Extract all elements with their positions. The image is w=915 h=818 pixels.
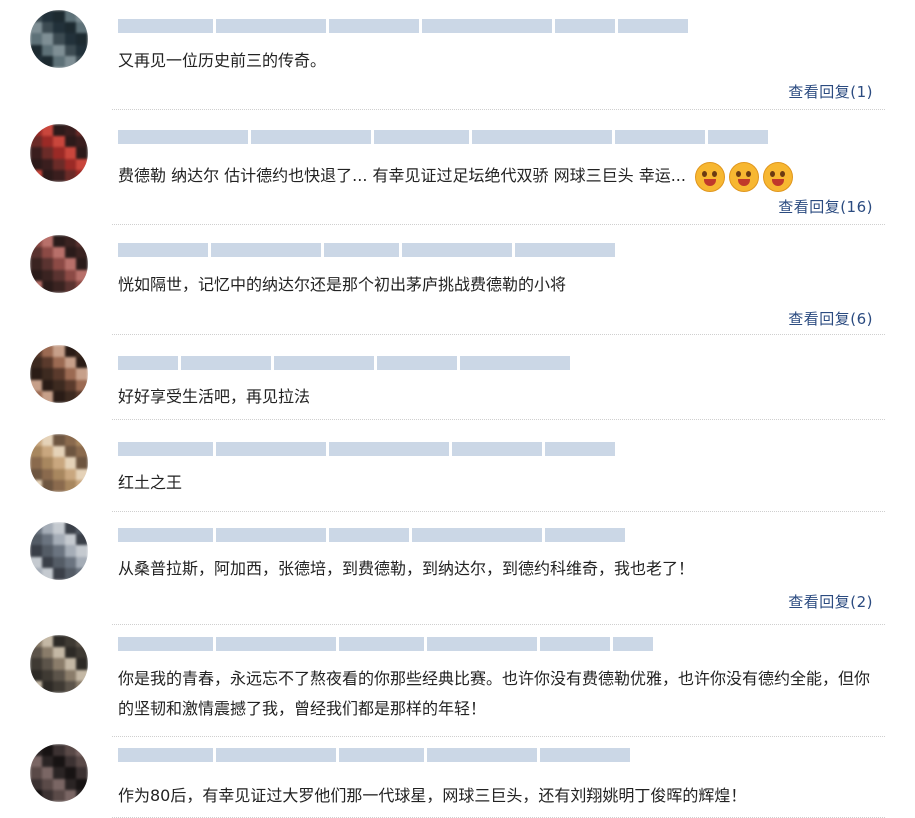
avatar[interactable] bbox=[30, 522, 88, 580]
avatar[interactable] bbox=[30, 345, 88, 403]
comment-item: 作为80后，有幸见证过大罗他们那一代球星，网球三巨头，还有刘翔姚明丁俊晖的辉煌！ bbox=[0, 737, 915, 818]
username-blurred[interactable] bbox=[118, 17, 688, 35]
comment-item: 你是我的青春，永远忘不了熬夜看的你那些经典比赛。也许你没有费德勒优雅，也许你没有… bbox=[0, 625, 915, 737]
view-replies-link[interactable]: 查看回复(2) bbox=[788, 591, 873, 612]
avatar[interactable] bbox=[30, 434, 88, 492]
comment-item: 从桑普拉斯，阿加西，张德培，到费德勒，到纳达尔，到德约科维奇，我也老了！ 查看回… bbox=[0, 512, 915, 625]
comment-text: 费德勒 纳达尔 估计德约也快退了... 有幸见证过足坛绝代双骄 网球三巨头 幸运… bbox=[118, 161, 885, 192]
username-blurred[interactable] bbox=[118, 354, 570, 372]
view-replies-link[interactable]: 查看回复(1) bbox=[788, 81, 873, 102]
laughing-emoji-icon bbox=[695, 161, 726, 192]
avatar[interactable] bbox=[30, 10, 88, 68]
comment-item: 红土之王 bbox=[0, 420, 915, 512]
comment-text: 从桑普拉斯，阿加西，张德培，到费德勒，到纳达尔，到德约科维奇，我也老了！ bbox=[118, 559, 695, 578]
view-replies-link[interactable]: 查看回复(16) bbox=[778, 196, 873, 217]
comment-text: 好好享受生活吧，再见拉法 bbox=[118, 387, 311, 406]
avatar[interactable] bbox=[30, 124, 88, 182]
username-blurred[interactable] bbox=[118, 526, 625, 544]
comment-item: 好好享受生活吧，再见拉法 bbox=[0, 335, 915, 420]
username-blurred[interactable] bbox=[118, 746, 630, 764]
username-blurred[interactable] bbox=[118, 241, 615, 259]
comment-item: 费德勒 纳达尔 估计德约也快退了... 有幸见证过足坛绝代双骄 网球三巨头 幸运… bbox=[0, 110, 915, 225]
avatar[interactable] bbox=[30, 635, 88, 693]
comment-text: 恍如隔世，记忆中的纳达尔还是那个初出茅庐挑战费德勒的小将 bbox=[118, 275, 567, 294]
comment-text-content: 费德勒 纳达尔 估计德约也快退了... 有幸见证过足坛绝代双骄 网球三巨头 幸运… bbox=[118, 166, 686, 185]
laughing-emoji-icon bbox=[763, 161, 794, 192]
view-replies-link[interactable]: 查看回复(6) bbox=[788, 308, 873, 329]
avatar[interactable] bbox=[30, 744, 88, 802]
username-blurred[interactable] bbox=[118, 128, 768, 146]
comment-item: 恍如隔世，记忆中的纳达尔还是那个初出茅庐挑战费德勒的小将 查看回复(6) bbox=[0, 225, 915, 335]
avatar[interactable] bbox=[30, 235, 88, 293]
comment-text: 红土之王 bbox=[118, 473, 183, 492]
username-blurred[interactable] bbox=[118, 440, 615, 458]
comment-text: 又再见一位历史前三的传奇。 bbox=[118, 51, 327, 70]
username-blurred[interactable] bbox=[118, 635, 653, 653]
comment-text: 作为80后，有幸见证过大罗他们那一代球星，网球三巨头，还有刘翔姚明丁俊晖的辉煌！ bbox=[118, 786, 747, 805]
laughing-emoji-icon bbox=[729, 161, 760, 192]
comment-item: 又再见一位历史前三的传奇。 查看回复(1) bbox=[0, 0, 915, 110]
comment-text: 你是我的青春，永远忘不了熬夜看的你那些经典比赛。也许你没有费德勒优雅，也许你没有… bbox=[118, 669, 871, 718]
